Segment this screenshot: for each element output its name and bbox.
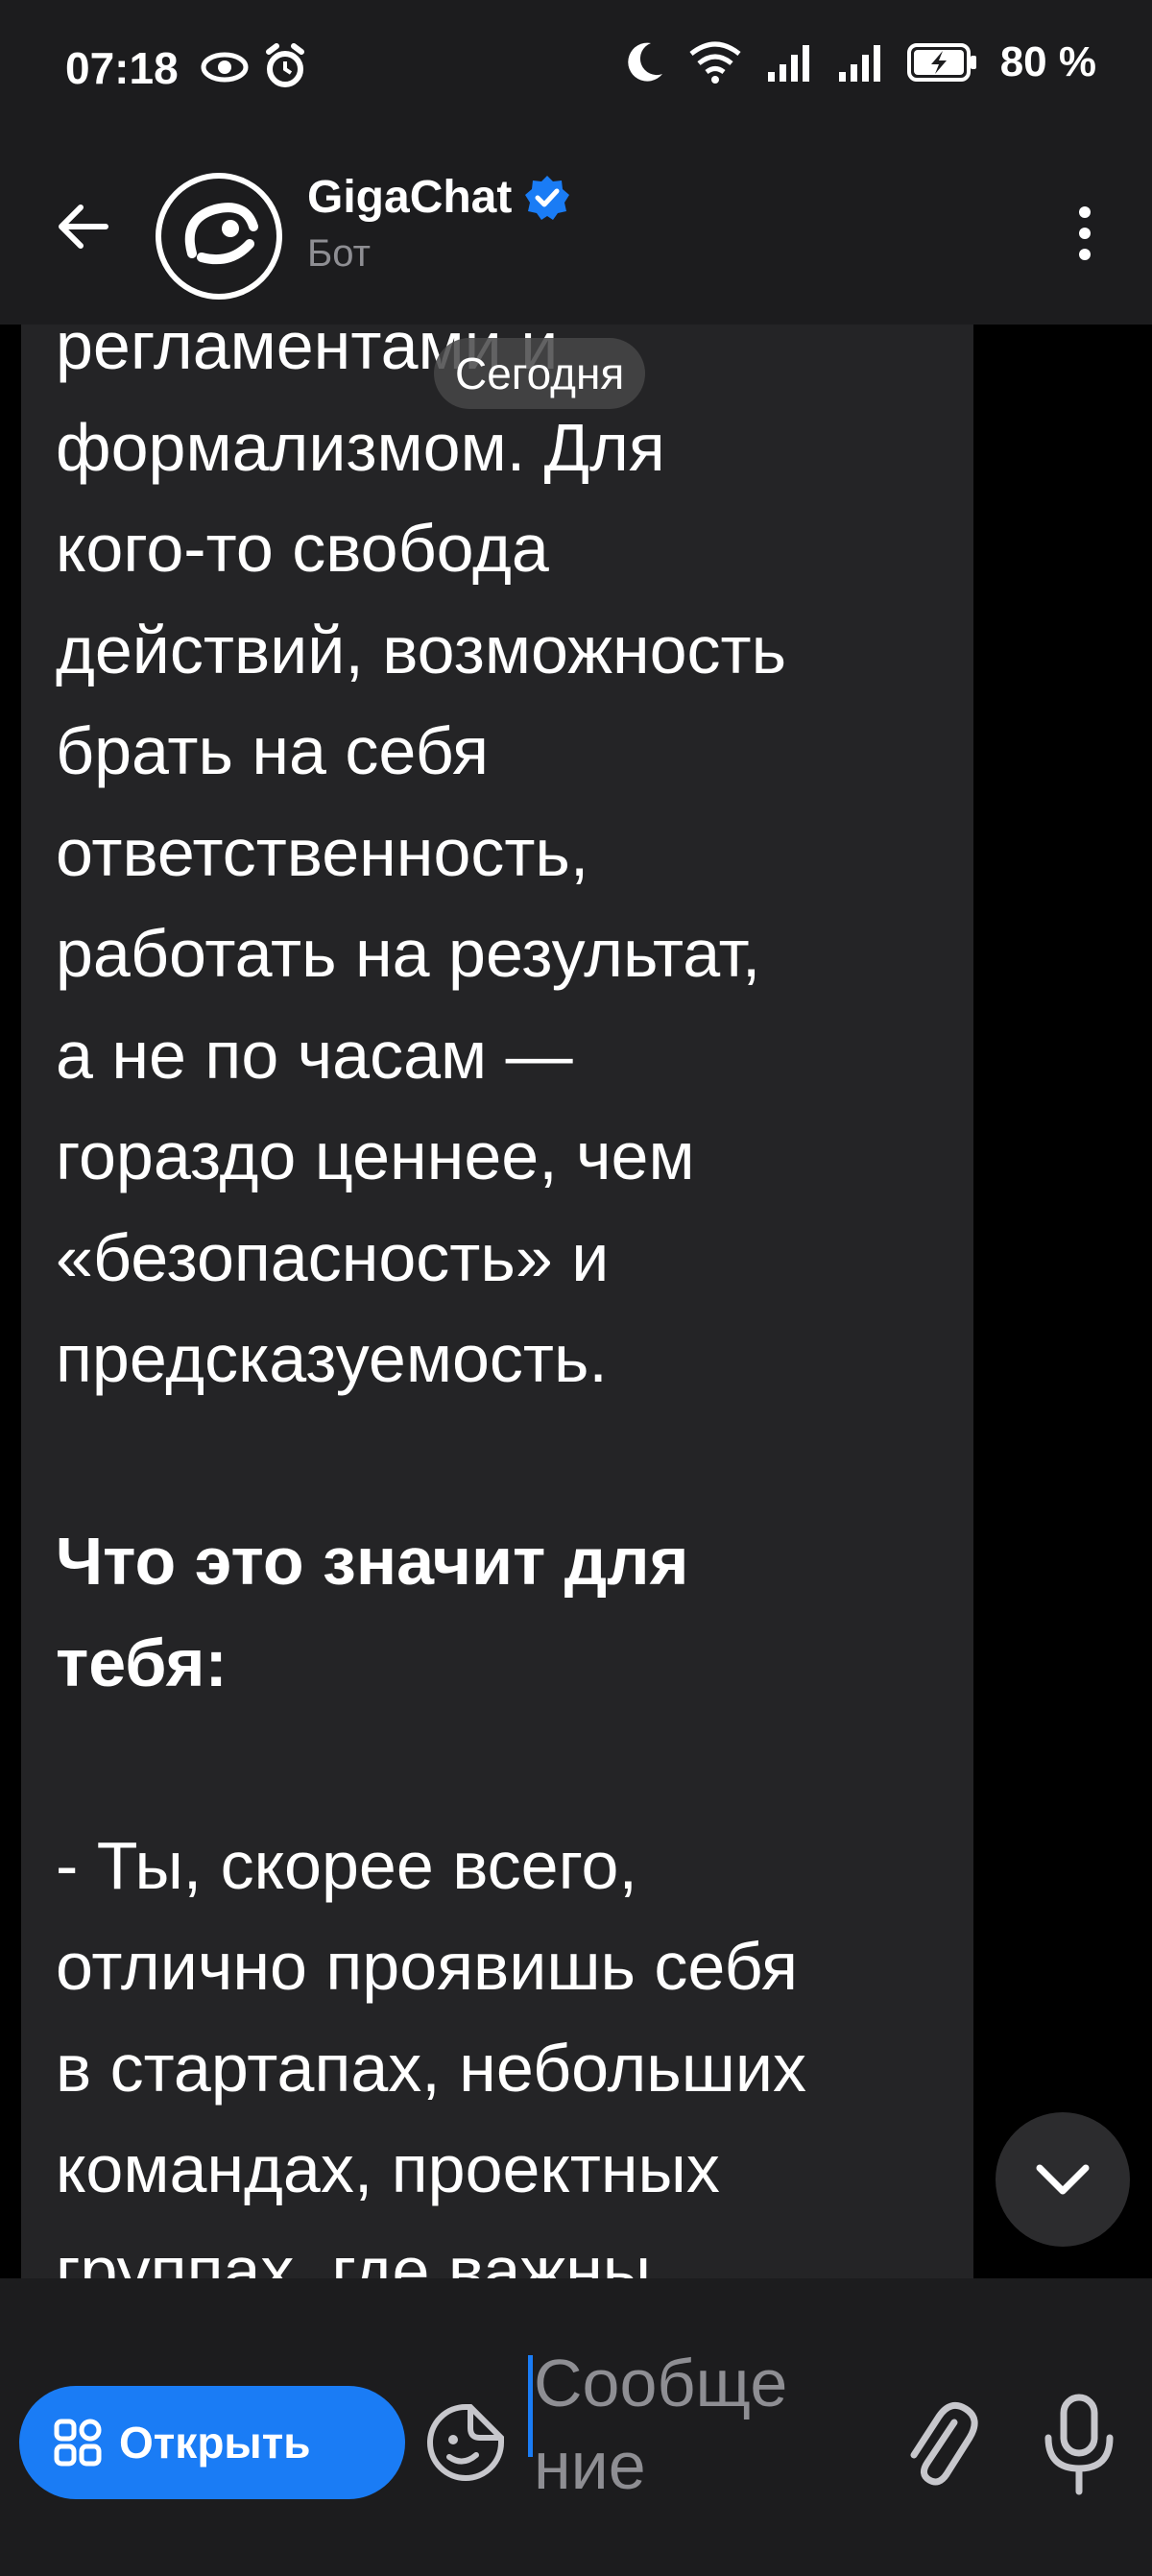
battery-percent: 80 % (999, 38, 1096, 85)
microphone-icon (1044, 2394, 1114, 2495)
date-chip: Сегодня (434, 338, 646, 409)
status-right-icons: 80 % (622, 38, 1096, 86)
chat-title[interactable]: GigaChat (307, 171, 571, 224)
sticker-icon (427, 2404, 504, 2481)
chat-subtitle: Бот (307, 232, 371, 275)
grid-icon (54, 2419, 102, 2467)
microphone-button[interactable] (1031, 2392, 1127, 2497)
message-bubble[interactable]: регламентами и формализмом. Для кого-то … (21, 325, 973, 2278)
composer-bar: Открыть Сообще ние (0, 2278, 1152, 2576)
arrow-left-icon (59, 205, 108, 249)
message-text[interactable]: регламентами и формализмом. Для кого-то … (56, 325, 968, 2278)
battery-charging-icon (906, 43, 976, 82)
paperclip-icon (910, 2401, 978, 2486)
gigachat-logo-icon (184, 203, 258, 265)
more-vertical-icon (1079, 206, 1091, 260)
message-input[interactable]: Сообще ние (534, 2342, 851, 2507)
open-button-label: Открыть (119, 2418, 311, 2468)
message-heading: Что это значит для тебя: (56, 1524, 689, 1700)
status-left-icons (200, 42, 307, 92)
alarm-icon (266, 43, 304, 87)
more-menu-button[interactable] (1056, 190, 1114, 277)
chevron-down-icon (1036, 2164, 1090, 2195)
sticker-button[interactable] (422, 2399, 509, 2486)
signal-icon-2 (838, 45, 880, 82)
status-bar: 07:18 80 % (0, 0, 1152, 144)
text-cursor (528, 2355, 533, 2457)
verified-badge-icon (525, 175, 570, 220)
message-text-part1: регламентами и формализмом. Для кого-то … (56, 325, 787, 1396)
chat-title-text: GigaChat (307, 172, 513, 223)
open-button[interactable]: Открыть (19, 2386, 405, 2499)
back-button[interactable] (44, 188, 121, 265)
status-time: 07:18 (65, 43, 179, 93)
chat-header: GigaChat Бот (0, 144, 1152, 325)
message-text-part2: - Ты, скорее всего, отлично проявишь себ… (56, 1827, 807, 2279)
scroll-down-button[interactable] (996, 2112, 1130, 2247)
eye-icon (201, 52, 249, 83)
bot-avatar[interactable] (156, 173, 282, 300)
wifi-icon (689, 41, 741, 84)
attach-button[interactable] (895, 2395, 981, 2492)
moon-icon (627, 42, 662, 82)
chat-screen: 07:18 80 % GigaChat Бот регламентами фор… (0, 0, 1152, 2576)
chat-messages[interactable]: регламентами и формализмом. Для кого-то … (0, 325, 1152, 2278)
signal-icon-1 (767, 45, 809, 82)
message-input-placeholder: Сообще ние (534, 2346, 788, 2503)
